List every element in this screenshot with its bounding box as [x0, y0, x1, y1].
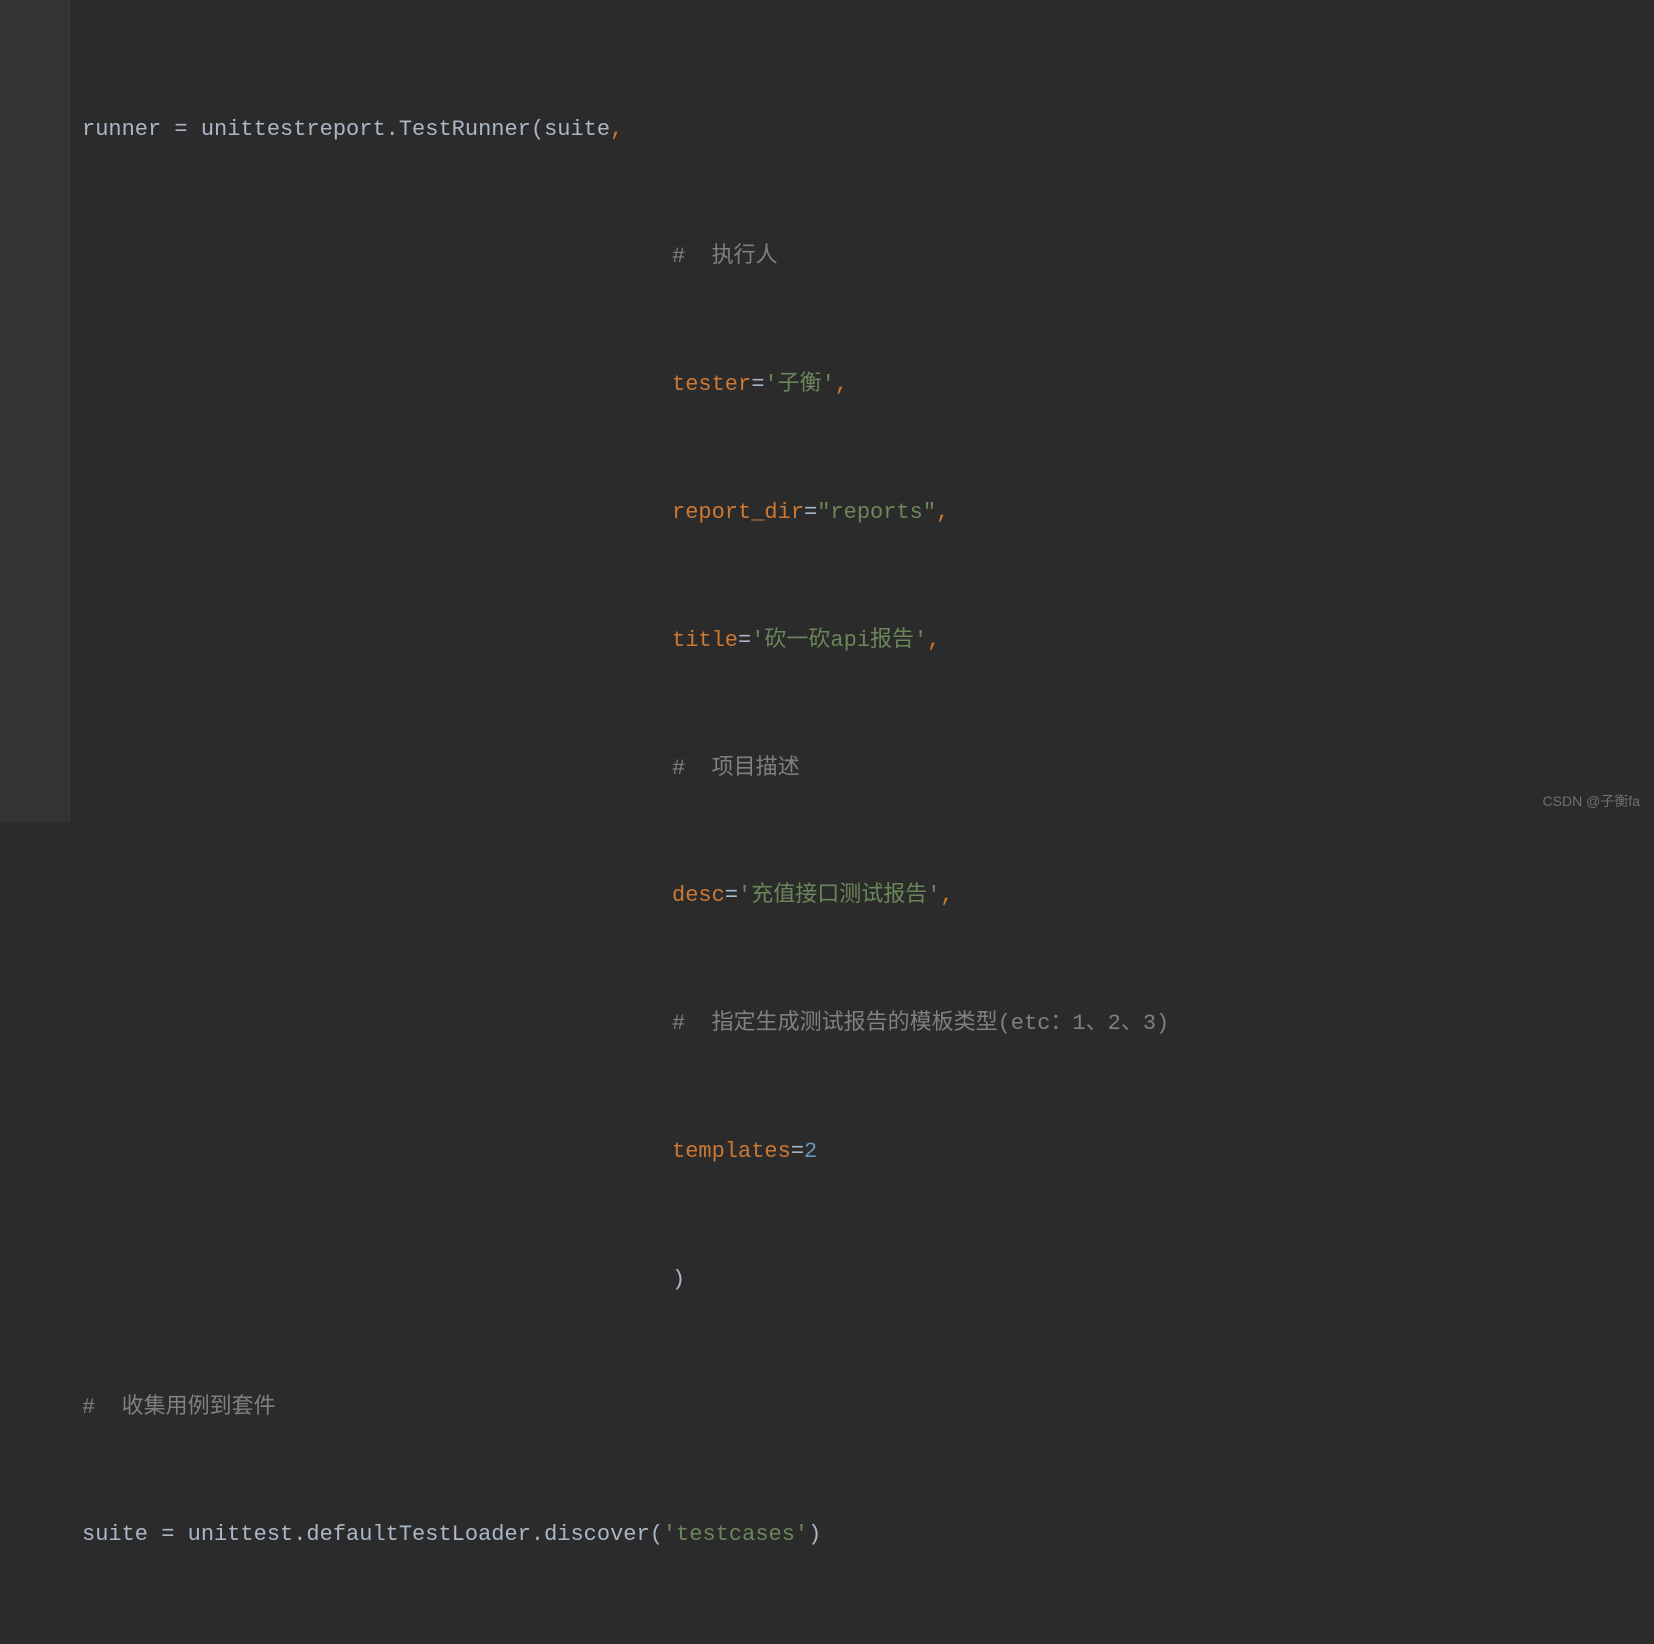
- comma: ,: [610, 110, 623, 150]
- watermark-text: CSDN @子衡fa: [1543, 789, 1640, 814]
- comment-text: 收集用例到套件: [95, 1388, 275, 1428]
- code-line[interactable]: # 项目描述: [82, 744, 1654, 793]
- comment-hash: #: [672, 1004, 685, 1044]
- comma: ,: [936, 493, 949, 533]
- param-name: tester: [672, 365, 751, 405]
- comment-hash: #: [672, 237, 685, 277]
- code-line[interactable]: # 执行人: [82, 233, 1654, 282]
- param-name: templates: [672, 1132, 791, 1172]
- code-text: runner = unittestreport.TestRunner(suite: [82, 110, 610, 150]
- equals: =: [751, 365, 764, 405]
- code-editor[interactable]: runner = unittestreport.TestRunner(suite…: [0, 0, 1654, 1644]
- comment-text: 执行人: [685, 237, 777, 277]
- equals: =: [725, 876, 738, 916]
- comma: ,: [835, 365, 848, 405]
- equals: =: [791, 1132, 804, 1172]
- comment-hash: #: [672, 749, 685, 789]
- number-value: 2: [804, 1132, 817, 1172]
- code-text: suite = unittest.defaultTestLoader.disco…: [82, 1515, 663, 1555]
- equals: =: [804, 493, 817, 533]
- code-line[interactable]: title='砍一砍api报告',: [82, 616, 1654, 665]
- string-value: '砍一砍api报告': [751, 621, 927, 661]
- comment-hash: #: [82, 1388, 95, 1428]
- string-value: "reports": [817, 493, 936, 533]
- close-paren: ): [808, 1515, 821, 1555]
- code-line[interactable]: report_dir="reports",: [82, 489, 1654, 538]
- editor-gutter: [0, 0, 70, 822]
- comment-text: 项目描述: [685, 749, 799, 789]
- equals: =: [738, 621, 751, 661]
- code-line[interactable]: # 收集用例到套件: [82, 1383, 1654, 1432]
- comma: ,: [940, 876, 953, 916]
- comment-text: 指定生成测试报告的模板类型(etc：1、2、3): [685, 1004, 1169, 1044]
- code-line[interactable]: tester='子衡',: [82, 361, 1654, 410]
- close-paren: ): [672, 1260, 685, 1300]
- param-name: report_dir: [672, 493, 804, 533]
- code-line[interactable]: ): [82, 1255, 1654, 1304]
- code-line[interactable]: templates=2: [82, 1127, 1654, 1176]
- code-line[interactable]: runner = unittestreport.TestRunner(suite…: [82, 105, 1654, 154]
- string-value: 'testcases': [663, 1515, 808, 1555]
- comma: ,: [927, 621, 940, 661]
- param-name: title: [672, 621, 738, 661]
- code-line-empty[interactable]: [82, 1639, 1654, 1644]
- code-line[interactable]: # 指定生成测试报告的模板类型(etc：1、2、3): [82, 1000, 1654, 1049]
- param-name: desc: [672, 876, 725, 916]
- string-value: '充值接口测试报告': [738, 876, 940, 916]
- code-line[interactable]: suite = unittest.defaultTestLoader.disco…: [82, 1511, 1654, 1560]
- string-value: '子衡': [764, 365, 834, 405]
- code-line[interactable]: desc='充值接口测试报告',: [82, 872, 1654, 921]
